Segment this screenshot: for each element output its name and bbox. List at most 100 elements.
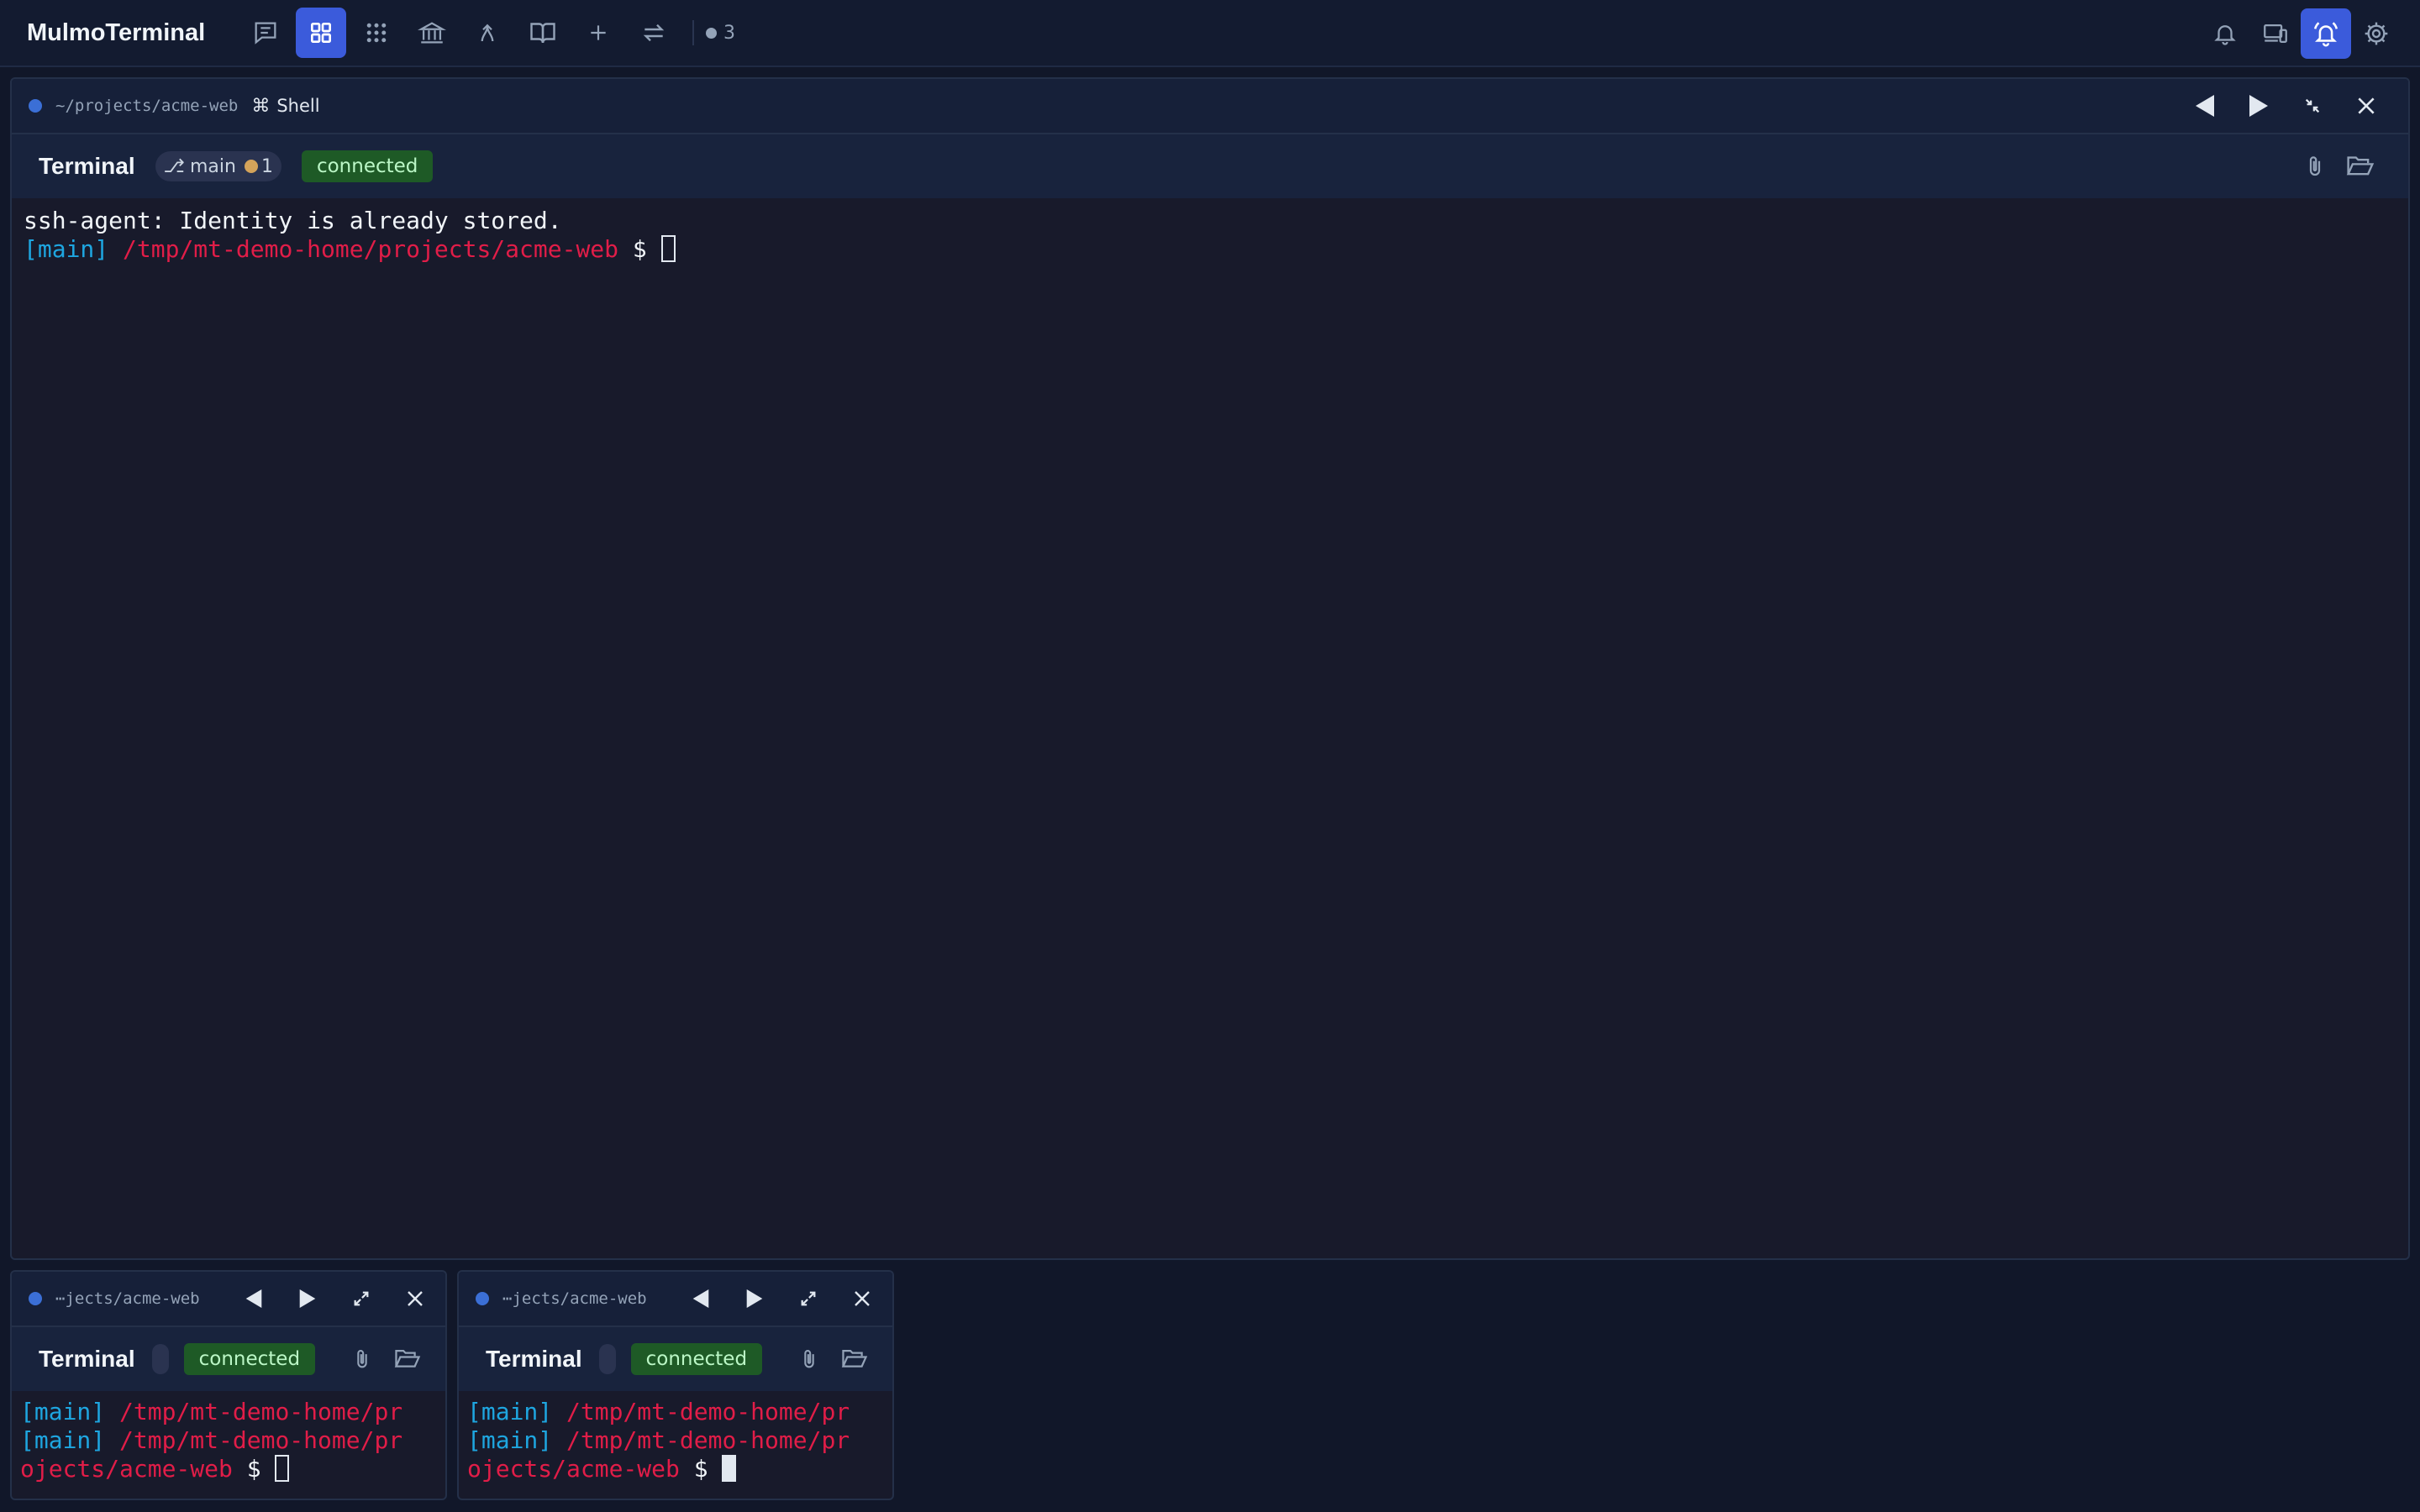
branch-name: main (189, 155, 236, 177)
session-count[interactable]: 3 (706, 23, 735, 44)
close-icon (2358, 97, 2375, 114)
session-status-dot (29, 1292, 42, 1305)
mini-terminal-panel-2: ⋯jects/acme-web Terminal connected [main… (457, 1270, 894, 1500)
app-title: MulmoTerminal (27, 18, 206, 46)
next-panel-button[interactable] (2232, 79, 2286, 133)
git-branch-chip[interactable] (151, 1344, 169, 1374)
terminal-output[interactable]: ssh-agent: Identity is already stored. [m… (12, 198, 2408, 264)
session-count-value: 3 (723, 22, 735, 44)
panel-path: ~/projects/acme-web (55, 97, 239, 115)
panel-header: ⋯jects/acme-web (459, 1272, 892, 1327)
terminal-output[interactable]: [main] /tmp/mt-demo-home/pr [main] /tmp/m… (459, 1391, 892, 1483)
prompt-path: /tmp/mt-demo-home/pr (119, 1398, 403, 1425)
collapse-icon (2305, 98, 2320, 113)
close-panel-button[interactable] (388, 1272, 442, 1326)
swap-icon (643, 24, 665, 42)
paperclip-icon (357, 1350, 367, 1368)
prompt-line: [main] /tmp/mt-demo-home/pr (20, 1426, 445, 1455)
devices-icon (2264, 24, 2287, 44)
prompt-branch: [main] (467, 1426, 553, 1454)
output-line: ssh-agent: Identity is already stored. (24, 207, 562, 234)
grid-icon (311, 23, 331, 43)
terminal-cursor (660, 235, 676, 262)
merge-button[interactable] (462, 8, 513, 58)
prompt-line: ojects/acme-web $ (467, 1455, 892, 1483)
prompt-symbol: $ (246, 1455, 261, 1483)
git-branch-chip[interactable]: ⎇ main 1 (155, 151, 281, 181)
terminal-actions (786, 1327, 877, 1391)
close-panel-button[interactable] (835, 1272, 889, 1326)
panel-controls (227, 1272, 442, 1326)
terminal-title: Terminal (39, 1346, 135, 1372)
triangle-right-icon (2249, 95, 2268, 117)
prompt-path: /tmp/mt-demo-home/pr (566, 1426, 850, 1454)
swap-button[interactable] (629, 8, 679, 58)
attach-button[interactable] (2292, 144, 2338, 189)
bank-button[interactable] (407, 8, 457, 58)
session-dot-icon (706, 27, 717, 39)
panel-path: ⋯jects/acme-web (502, 1289, 647, 1308)
terminal-toolbar: Terminal connected (459, 1327, 892, 1391)
terminal-title: Terminal (39, 153, 135, 179)
prompt-symbol: $ (693, 1455, 708, 1483)
open-folder-button[interactable] (385, 1336, 430, 1382)
previous-panel-button[interactable] (674, 1272, 728, 1326)
open-folder-button[interactable] (832, 1336, 877, 1382)
maximize-panel-button[interactable] (334, 1272, 388, 1326)
alerts-toggle-button[interactable] (2301, 8, 2351, 59)
terminal-output[interactable]: [main] /tmp/mt-demo-home/pr [main] /tmp/m… (12, 1391, 445, 1483)
apps-button[interactable] (351, 8, 402, 58)
grid-view-button[interactable] (296, 8, 346, 58)
panel-header: ~/projects/acme-web ⌘ Shell (12, 79, 2408, 134)
apps-icon (366, 23, 387, 43)
devices-button[interactable] (2250, 8, 2301, 59)
session-status-dot (29, 99, 42, 113)
previous-panel-button[interactable] (2178, 79, 2232, 133)
next-panel-button[interactable] (728, 1272, 781, 1326)
panel-controls (2178, 79, 2393, 133)
topbar-right-icons (2200, 8, 2402, 59)
prompt-line: [main] /tmp/mt-demo-home/pr (467, 1426, 892, 1455)
git-branch-chip[interactable] (598, 1344, 616, 1374)
attach-button[interactable] (339, 1336, 385, 1382)
attach-button[interactable] (786, 1336, 832, 1382)
panel-header: ⋯jects/acme-web (12, 1272, 445, 1327)
branch-icon: ⎇ (163, 155, 185, 177)
panel-path: ⋯jects/acme-web (55, 1289, 200, 1308)
triangle-right-icon (299, 1289, 316, 1308)
prompt-line: [main] /tmp/mt-demo-home/pr (467, 1398, 892, 1426)
prompt-path: /tmp/mt-demo-home/pr (566, 1398, 850, 1425)
new-session-button[interactable] (573, 8, 623, 58)
maximize-panel-button[interactable] (781, 1272, 835, 1326)
open-folder-button[interactable] (2338, 144, 2383, 189)
book-icon (530, 23, 555, 44)
folder-open-icon (841, 1350, 868, 1368)
triangle-right-icon (746, 1289, 763, 1308)
bell-ringing-icon (2314, 22, 2338, 47)
settings-button[interactable] (2351, 8, 2402, 59)
next-panel-button[interactable] (281, 1272, 334, 1326)
terminal-toolbar: Terminal ⎇ main 1 connected (12, 134, 2408, 198)
prompt-symbol: $ (632, 235, 647, 263)
triangle-left-icon (692, 1289, 709, 1308)
connection-status-badge: connected (630, 1343, 763, 1375)
close-icon (855, 1291, 870, 1306)
previous-panel-button[interactable] (227, 1272, 281, 1326)
close-panel-button[interactable] (2339, 79, 2393, 133)
bank-icon (418, 22, 446, 44)
prompt-path-wrap: ojects/acme-web (467, 1455, 680, 1483)
plus-icon (591, 25, 606, 40)
prompt-path: /tmp/mt-demo-home/pr (119, 1426, 403, 1454)
terminal-title: Terminal (486, 1346, 582, 1372)
nav-divider (692, 20, 694, 45)
notifications-button[interactable] (2200, 8, 2250, 59)
command-icon: ⌘ (251, 95, 271, 117)
chat-button[interactable] (240, 8, 291, 58)
gear-icon (2365, 22, 2388, 45)
panel-controls (674, 1272, 889, 1326)
triangle-left-icon (245, 1289, 262, 1308)
docs-button[interactable] (518, 8, 568, 58)
minimize-panel-button[interactable] (2286, 79, 2339, 133)
main-terminal-panel: ~/projects/acme-web ⌘ Shell Terminal ⎇ m… (10, 77, 2410, 1260)
main-nav: 3 (240, 8, 735, 58)
